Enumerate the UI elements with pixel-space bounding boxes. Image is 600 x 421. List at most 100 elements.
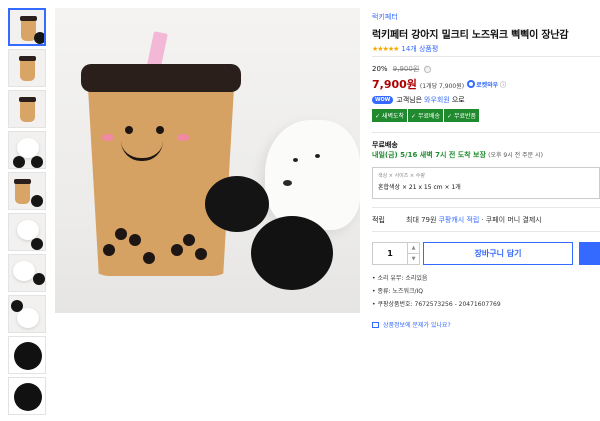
ball-thumb (34, 32, 44, 44)
thumbnail-2[interactable] (8, 49, 46, 87)
benefit-free-shipping: ✓ 무료배송 (408, 109, 444, 122)
thumbnail-1[interactable] (8, 8, 46, 46)
thumbnail-9[interactable] (8, 336, 46, 374)
toy-cheek (102, 134, 114, 141)
star-rating-icon: ★★★★★ (372, 45, 399, 53)
reward-row: 적립 최대 79원 쿠팡캐시 적립 · 쿠페이 머니 결제시 (372, 215, 542, 225)
ball-thumb (31, 195, 43, 207)
quantity-stepper: 1 ▲ ▼ (372, 242, 420, 265)
spec-item: 종류: 노즈워크/IQ (372, 286, 501, 295)
thumbnail-6[interactable] (8, 213, 46, 251)
puppy-eye (315, 154, 320, 158)
thumbnail-8[interactable] (8, 295, 46, 333)
boba (115, 228, 127, 240)
buy-now-button[interactable] (579, 242, 600, 265)
milk-tea-toy-thumb (19, 97, 36, 122)
ball-thumb (14, 383, 42, 411)
report-icon (372, 321, 379, 328)
discount-rate: 20% (372, 65, 388, 73)
report-link[interactable]: 상품정보에 문제가 있나요? (372, 320, 451, 329)
ball-thumb (13, 156, 25, 168)
spec-item: 소리 유무: 소리있음 (372, 273, 501, 282)
arrival-guarantee: 내일(금) 5/16 새벽 7시 전 도착 보장 (372, 151, 486, 159)
thumbnail-7[interactable] (8, 254, 46, 292)
wow-badge: WOW (372, 96, 394, 104)
rocket-label: 로켓와우 (476, 81, 499, 89)
boba (103, 244, 115, 256)
rocket-wow-badge: 로켓와우 ⓘ (467, 80, 506, 89)
product-title: 럭키페터 강아지 밀크티 노즈워크 삑삑이 장난감 (372, 30, 569, 41)
puppy (265, 120, 360, 230)
product-info: 럭키페터 럭키페터 강아지 밀크티 노즈워크 삑삑이 장난감 ★★★★★ 14개… (372, 12, 600, 54)
ball-thumb (33, 273, 45, 285)
wow-member-link[interactable]: 와우회원 (424, 95, 450, 105)
puppy-eye (293, 158, 298, 162)
toy-eye (125, 126, 133, 134)
divider (372, 132, 600, 133)
shipping-date-row: 내일(금) 5/16 새벽 7시 전 도착 보장 (오후 9시 전 주문 시) (372, 150, 543, 160)
boba-ball-toy (205, 176, 269, 232)
info-icon[interactable]: ⓘ (423, 65, 431, 73)
thumbnail-10[interactable] (8, 377, 46, 415)
toy-eye (156, 126, 164, 134)
report-label: 상품정보에 문제가 있나요? (383, 322, 451, 329)
thumbnail-5[interactable] (8, 172, 46, 210)
cup-lid (81, 64, 241, 92)
quantity-input[interactable]: 1 (373, 243, 407, 264)
quantity-down-button[interactable]: ▼ (408, 253, 419, 264)
boba-ball-toy (251, 216, 333, 290)
reward-label: 적립 (372, 216, 385, 224)
thumbnail-list (8, 8, 46, 418)
quantity-buttons: ▲ ▼ (407, 243, 419, 264)
rocket-info-icon[interactable]: ⓘ (500, 80, 506, 89)
unit-price: (1개당 7,900원) (419, 83, 465, 90)
wow-text-after: 으로 (451, 96, 465, 104)
thumbnail-4[interactable] (8, 131, 46, 169)
option-label: 색상 × 사이즈 × 수량 (378, 173, 425, 179)
divider (372, 231, 600, 232)
boba (183, 234, 195, 246)
original-price-row: 20% 9,900원 ⓘ (372, 64, 431, 74)
sale-price: 7,900원 (372, 78, 417, 91)
ball-thumb (31, 238, 43, 250)
divider (372, 207, 600, 208)
quantity-up-button[interactable]: ▲ (408, 243, 419, 253)
option-selector[interactable]: 색상 × 사이즈 × 수량 혼합색상 × 21 x 15 cm × 1개 (372, 167, 600, 199)
review-count-link[interactable]: 14개 상품평 (401, 44, 438, 54)
add-to-cart-button[interactable]: 장바구니 담기 (423, 242, 573, 265)
milk-tea-toy-thumb (14, 179, 31, 204)
benefit-free-return: ✓ 무료반품 (444, 109, 480, 122)
wow-member-row: WOW 고객님은 와우회원 으로 (372, 95, 465, 105)
milk-tea-toy-thumb (19, 56, 36, 81)
shipping-title: 무료배송 (372, 141, 398, 149)
product-specs: 소리 유무: 소리있음 종류: 노즈워크/IQ 쿠팡상품번호: 76725732… (372, 273, 501, 312)
divider (372, 56, 600, 57)
dog-thumb (17, 220, 39, 240)
original-price: 9,900원 (392, 65, 420, 73)
brand-link[interactable]: 럭키페터 (372, 12, 600, 22)
ball-face-thumb (14, 342, 42, 370)
dog-thumb (17, 138, 39, 158)
boba (195, 248, 207, 260)
spec-item: 쿠팡상품번호: 7672573256 - 20471607769 (372, 299, 500, 308)
puppy-nose (283, 180, 292, 186)
sale-price-row: 7,900원 (1개당 7,900원) 로켓와우 ⓘ (372, 76, 506, 92)
ball-thumb (11, 300, 23, 312)
option-value: 혼합색상 × 21 x 15 cm × 1개 (378, 184, 461, 191)
boba (171, 244, 183, 256)
thumbnail-3[interactable] (8, 90, 46, 128)
reward-condition: · 쿠페이 머니 결제시 (481, 216, 542, 224)
boba (143, 252, 155, 264)
coupang-cash-link[interactable]: 쿠팡캐시 적립 (438, 215, 479, 225)
wow-text-before: 고객님은 (396, 96, 423, 104)
rocket-icon (467, 80, 476, 88)
reward-amount: 최대 79원 (406, 216, 437, 224)
order-cutoff: (오후 9시 전 주문 시) (488, 152, 543, 159)
boba (129, 234, 141, 246)
main-product-image (55, 8, 360, 313)
toy-cheek (177, 134, 189, 141)
rating-row: ★★★★★ 14개 상품평 (372, 44, 600, 54)
ball-thumb (31, 156, 43, 168)
dog-thumb (13, 261, 35, 281)
benefit-dawn-delivery: ✓ 새벽도착 (372, 109, 408, 122)
